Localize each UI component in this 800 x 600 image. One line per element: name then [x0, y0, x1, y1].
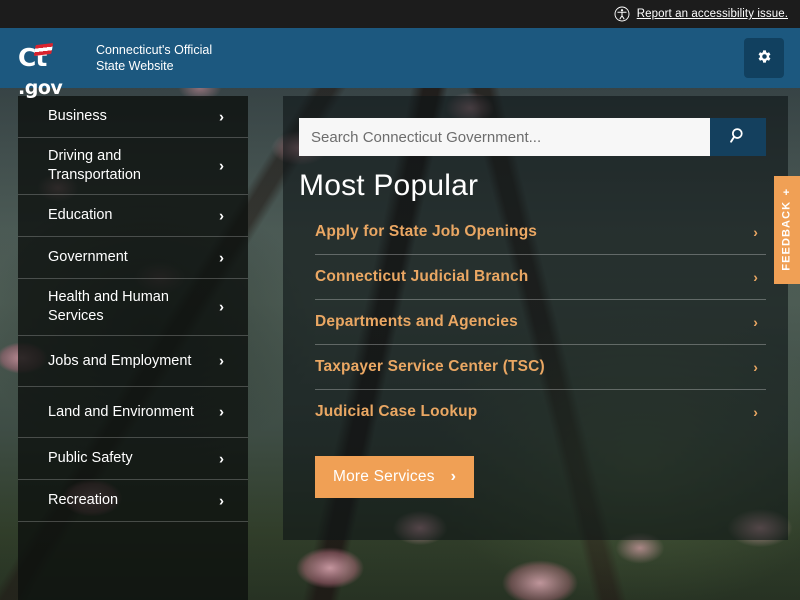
chevron-right-icon: › [219, 157, 224, 175]
more-services-button[interactable]: More Services › [315, 456, 475, 498]
more-services-label: More Services [333, 468, 435, 485]
popular-link-label: Connecticut Judicial Branch [315, 268, 529, 285]
site-tagline: Connecticut's Official State Website [96, 42, 212, 74]
sidebar-nav: Business › Driving and Transportation › … [18, 96, 248, 600]
chevron-right-icon: › [219, 249, 224, 266]
sidebar-item-education[interactable]: Education › [18, 195, 248, 237]
accessibility-bar: Report an accessibility issue. [0, 0, 800, 28]
search-input[interactable] [299, 118, 710, 156]
chevron-right-icon: › [219, 298, 224, 316]
sidebar-item-health-and-human-services[interactable]: Health and Human Services › [18, 279, 248, 336]
accessibility-icon [614, 6, 630, 22]
feedback-label: FEEDBACK [781, 200, 794, 271]
chevron-right-icon: › [753, 404, 758, 420]
list-item: Taxpayer Service Center (TSC) › [315, 345, 766, 390]
logo-gov-text: .gov [18, 77, 63, 99]
sidebar-item-land-and-environment[interactable]: Land and Environment › [18, 387, 248, 438]
chevron-right-icon: › [219, 492, 224, 509]
sidebar-item-label: Driving and Transportation [48, 148, 141, 183]
popular-link-judicial-case-lookup[interactable]: Judicial Case Lookup › [315, 390, 766, 434]
most-popular-list: Apply for State Job Openings › Connectic… [315, 210, 766, 434]
popular-link-label: Departments and Agencies [315, 313, 518, 330]
sidebar-item-label: Jobs and Employment [48, 352, 192, 369]
sidebar-item-jobs-and-employment[interactable]: Jobs and Employment › [18, 336, 248, 387]
tagline-line-2: State Website [96, 59, 174, 73]
sidebar-item-driving-and-transportation[interactable]: Driving and Transportation › [18, 138, 248, 195]
flag-accent-icon [33, 43, 54, 56]
sidebar-item-government[interactable]: Government › [18, 237, 248, 279]
gear-icon [756, 48, 773, 68]
chevron-right-icon: › [753, 314, 758, 330]
feedback-tab-inner: FEEDBACK + [781, 187, 794, 271]
popular-link-departments-and-agencies[interactable]: Departments and Agencies › [315, 300, 766, 345]
popular-link-taxpayer-service-center[interactable]: Taxpayer Service Center (TSC) › [315, 345, 766, 390]
sidebar-item-public-safety[interactable]: Public Safety › [18, 438, 248, 480]
list-item: Judicial Case Lookup › [315, 390, 766, 434]
popular-link-connecticut-judicial-branch[interactable]: Connecticut Judicial Branch › [315, 255, 766, 300]
chevron-right-icon: › [753, 359, 758, 375]
list-item: Apply for State Job Openings › [315, 210, 766, 255]
main-content-panel: Most Popular Apply for State Job Opening… [283, 96, 788, 540]
list-item: Connecticut Judicial Branch › [315, 255, 766, 300]
chevron-right-icon: › [753, 224, 758, 240]
page-root: Report an accessibility issue. Ct.gov Co… [0, 0, 800, 600]
sidebar-item-label: Business [48, 108, 107, 124]
settings-button[interactable] [744, 38, 784, 78]
sidebar-item-label: Health and Human Services [48, 289, 169, 324]
report-accessibility-issue-link[interactable]: Report an accessibility issue. [614, 6, 788, 22]
popular-link-label: Taxpayer Service Center (TSC) [315, 358, 545, 375]
search-submit-button[interactable] [710, 118, 766, 156]
site-header: Ct.gov Connecticut's Official State Webs… [0, 28, 800, 99]
sidebar-item-label: Land and Environment [48, 403, 194, 420]
chevron-right-icon: › [219, 207, 224, 224]
search-icon [729, 126, 748, 148]
sidebar-item-label: Education [48, 207, 113, 223]
chevron-right-icon: › [753, 269, 758, 285]
page-title: Most Popular [299, 169, 479, 202]
sidebar-item-label: Government [48, 249, 128, 265]
chevron-right-icon: › [219, 108, 224, 125]
popular-link-apply-for-state-job-openings[interactable]: Apply for State Job Openings › [315, 210, 766, 255]
tagline-line-1: Connecticut's Official [96, 43, 213, 57]
chevron-right-icon: › [450, 468, 457, 485]
site-logo[interactable]: Ct.gov [18, 43, 80, 99]
popular-link-label: Apply for State Job Openings [315, 223, 538, 240]
sidebar-item-label: Recreation [48, 492, 119, 508]
search-bar [299, 118, 766, 156]
ctgov-logo-mark: Ct.gov [18, 43, 80, 99]
chevron-right-icon: › [219, 403, 224, 421]
sidebar-item-label: Public Safety [48, 450, 133, 466]
plus-icon: + [783, 187, 791, 200]
sidebar-item-recreation[interactable]: Recreation › [18, 480, 248, 522]
chevron-right-icon: › [219, 352, 224, 370]
accessibility-link-label: Report an accessibility issue. [636, 8, 788, 20]
feedback-tab[interactable]: FEEDBACK + [774, 176, 800, 284]
list-item: Departments and Agencies › [315, 300, 766, 345]
popular-link-label: Judicial Case Lookup [315, 403, 478, 420]
chevron-right-icon: › [219, 450, 224, 467]
